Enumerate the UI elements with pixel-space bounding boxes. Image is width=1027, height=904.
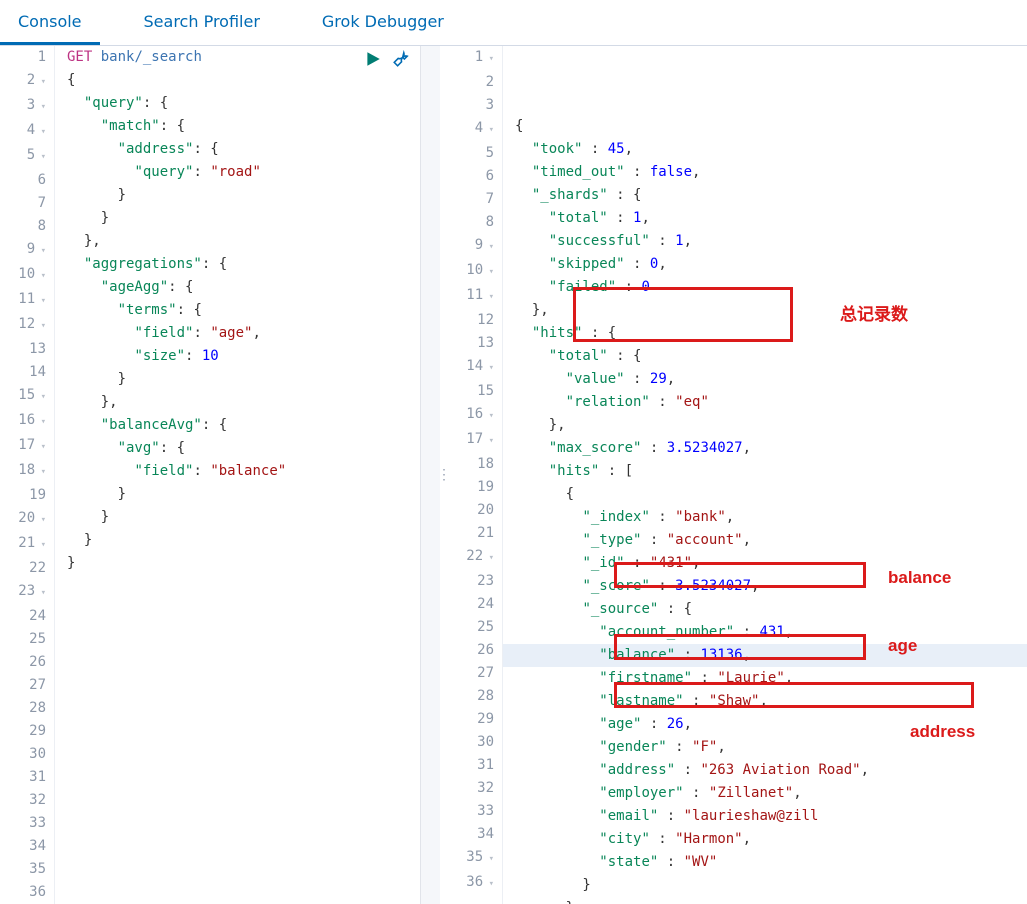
response-gutter: 1234567891011121314151617181920212223242… — [448, 46, 503, 904]
request-gutter: 1234567891011121314151617181920212223242… — [0, 46, 55, 904]
tab-console[interactable]: Console — [0, 0, 100, 45]
response-code: { "took" : 45, "timed_out" : false, "_sh… — [503, 46, 1027, 904]
pane-divider[interactable] — [440, 46, 448, 904]
request-code[interactable]: GET bank/_search{ "query": { "match": { … — [55, 46, 440, 904]
request-editor-pane[interactable]: 1234567891011121314151617181920212223242… — [0, 46, 440, 904]
response-viewer-pane: 1234567891011121314151617181920212223242… — [448, 46, 1027, 904]
workspace: 1234567891011121314151617181920212223242… — [0, 46, 1027, 904]
tab-grok-debugger[interactable]: Grok Debugger — [304, 0, 462, 45]
tab-search-profiler[interactable]: Search Profiler — [126, 0, 278, 45]
devtools-tabbar: Console Search Profiler Grok Debugger — [0, 0, 1027, 46]
